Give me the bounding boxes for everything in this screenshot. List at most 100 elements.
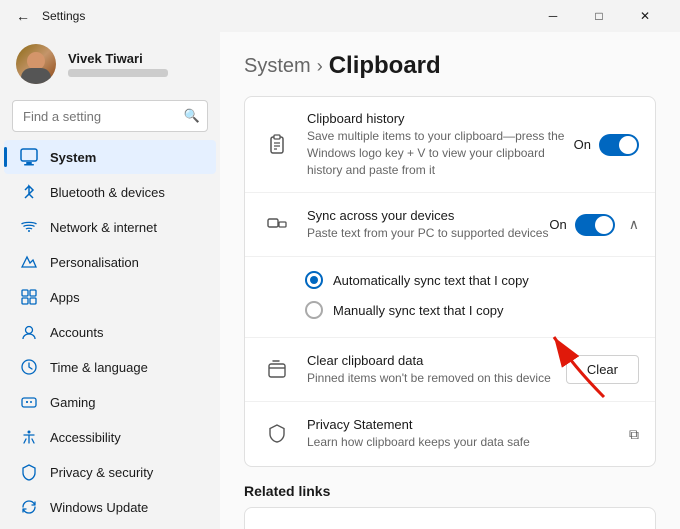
sidebar-item-system[interactable]: System (4, 140, 216, 174)
toggle-track (599, 134, 639, 156)
system-icon (20, 148, 38, 166)
search-input[interactable] (12, 100, 208, 132)
sidebar-item-gaming[interactable]: Gaming (4, 385, 216, 419)
privacy-stmt-icon (261, 418, 293, 450)
user-email (68, 69, 168, 77)
sidebar-item-accessibility-label: Accessibility (50, 430, 121, 445)
radio-manual-sync[interactable]: Manually sync text that I copy (305, 295, 639, 325)
breadcrumb-parent: System (244, 55, 311, 78)
avatar (16, 44, 56, 84)
bluetooth-icon (20, 183, 38, 201)
privacy-statement-control: ⧉ (629, 426, 639, 443)
sidebar-item-update[interactable]: Windows Update (4, 490, 216, 524)
setting-sync-devices: Sync across your devices Paste text from… (245, 193, 655, 257)
setting-clear-clipboard: Clear clipboard data Pinned items won't … (245, 338, 655, 402)
radio-auto-circle (305, 271, 323, 289)
sidebar-item-time[interactable]: Time & language (4, 350, 216, 384)
sidebar-item-privacy[interactable]: Privacy & security (4, 455, 216, 489)
search-icon: 🔍 (184, 108, 200, 124)
radio-auto-dot (310, 276, 318, 284)
avatar-body (21, 68, 51, 84)
sidebar-item-accounts-label: Accounts (50, 325, 103, 340)
network-icon (20, 218, 38, 236)
titlebar: ← Settings ─ □ ✕ (0, 0, 680, 32)
minimize-button[interactable]: ─ (530, 0, 576, 32)
sidebar-nav: System Bluetooth & devices Network & int… (0, 140, 220, 524)
sidebar-item-apps-label: Apps (50, 290, 80, 305)
related-links-title: Related links (244, 483, 656, 499)
sidebar-item-bluetooth[interactable]: Bluetooth & devices (4, 175, 216, 209)
clipboard-history-toggle-label: On (574, 137, 591, 152)
titlebar-controls: ─ □ ✕ (530, 0, 668, 32)
accessibility-icon (20, 428, 38, 446)
sync-devices-text: Sync across your devices Paste text from… (307, 208, 549, 242)
sync-toggle-label: On (549, 217, 566, 232)
maximize-button[interactable]: □ (576, 0, 622, 32)
sidebar: Vivek Tiwari 🔍 System Bluetooth & (0, 32, 220, 529)
privacy-statement-text: Privacy Statement Learn how clipboard ke… (307, 417, 629, 451)
back-icon: ← (16, 8, 30, 24)
time-icon (20, 358, 38, 376)
setting-clipboard-history: Clipboard history Save multiple items to… (245, 97, 655, 193)
setting-privacy-statement: Privacy Statement Learn how clipboard ke… (245, 402, 655, 466)
clipboard-history-toggle[interactable] (599, 134, 639, 156)
avatar-image (16, 44, 56, 84)
content-area: System › Clipboard Clipboard history Sav… (220, 32, 680, 529)
privacy-external-link-icon[interactable]: ⧉ (629, 426, 639, 443)
clipboard-history-control: On (574, 134, 639, 156)
radio-auto-label: Automatically sync text that I copy (333, 273, 529, 288)
sidebar-item-network-label: Network & internet (50, 220, 157, 235)
sidebar-item-time-label: Time & language (50, 360, 148, 375)
sidebar-item-accounts[interactable]: Accounts (4, 315, 216, 349)
clear-icon (261, 354, 293, 386)
radio-manual-circle (305, 301, 323, 319)
sidebar-item-network[interactable]: Network & internet (4, 210, 216, 244)
breadcrumb-separator: › (317, 56, 323, 77)
breadcrumb-current: Clipboard (329, 52, 441, 80)
main-layout: Vivek Tiwari 🔍 System Bluetooth & (0, 32, 680, 529)
update-icon (20, 498, 38, 516)
personalisation-icon (20, 253, 38, 271)
clear-clipboard-control: Clear (566, 355, 639, 384)
related-link-help: Get help with clipboard ⧉ (245, 508, 655, 529)
sync-toggle-track (575, 214, 615, 236)
sidebar-item-personalisation[interactable]: Personalisation (4, 245, 216, 279)
toggle-thumb (619, 136, 637, 154)
sidebar-item-personalisation-label: Personalisation (50, 255, 139, 270)
privacy-icon (20, 463, 38, 481)
sync-radio-options: Automatically sync text that I copy Manu… (245, 257, 655, 338)
sync-toggle-thumb (595, 216, 613, 234)
accounts-icon (20, 323, 38, 341)
clear-clipboard-desc: Pinned items won't be removed on this de… (307, 370, 566, 387)
radio-auto-sync[interactable]: Automatically sync text that I copy (305, 265, 639, 295)
breadcrumb: System › Clipboard (244, 52, 656, 80)
gaming-icon (20, 393, 38, 411)
sidebar-item-update-label: Windows Update (50, 500, 148, 515)
clear-clipboard-text: Clear clipboard data Pinned items won't … (307, 353, 566, 387)
settings-card: Clipboard history Save multiple items to… (244, 96, 656, 467)
close-button[interactable]: ✕ (622, 0, 668, 32)
sync-expand-icon: ∧ (629, 216, 639, 233)
sidebar-item-accessibility[interactable]: Accessibility (4, 420, 216, 454)
search-box: 🔍 (12, 100, 208, 132)
apps-icon (20, 288, 38, 306)
clipboard-icon (261, 129, 293, 161)
clipboard-history-desc: Save multiple items to your clipboard—pr… (307, 128, 574, 178)
sync-devices-control: On ∧ (549, 214, 639, 236)
sidebar-item-bluetooth-label: Bluetooth & devices (50, 185, 165, 200)
clear-button[interactable]: Clear (566, 355, 639, 384)
sidebar-item-system-label: System (50, 150, 96, 165)
back-button[interactable]: ← (12, 6, 34, 26)
clear-clipboard-title: Clear clipboard data (307, 353, 566, 368)
sync-devices-title: Sync across your devices (307, 208, 549, 223)
clipboard-history-text: Clipboard history Save multiple items to… (307, 111, 574, 178)
titlebar-left: ← Settings (12, 6, 85, 26)
sidebar-item-privacy-label: Privacy & security (50, 465, 153, 480)
sync-devices-toggle[interactable] (575, 214, 615, 236)
user-section: Vivek Tiwari (0, 32, 220, 96)
clipboard-history-title: Clipboard history (307, 111, 574, 126)
radio-manual-label: Manually sync text that I copy (333, 303, 504, 318)
related-links-card: Get help with clipboard ⧉ (244, 507, 656, 529)
sidebar-item-apps[interactable]: Apps (4, 280, 216, 314)
user-info: Vivek Tiwari (68, 51, 168, 77)
